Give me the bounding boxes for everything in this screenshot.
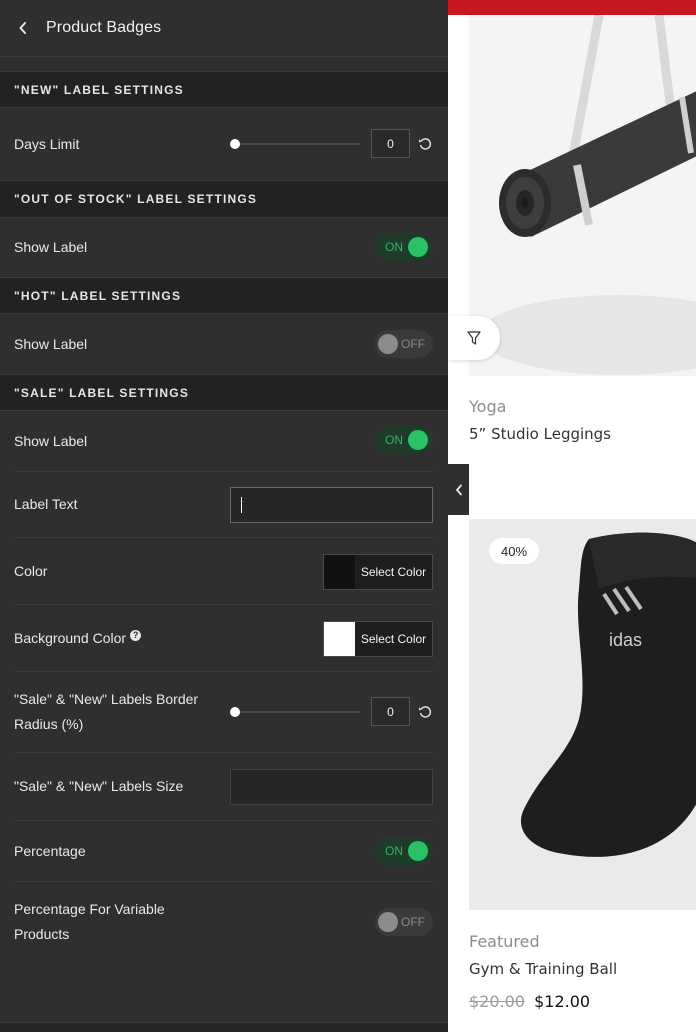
section-out-of-stock-heading: "OUT OF STOCK" LABEL SETTINGS bbox=[0, 180, 448, 218]
percentage-variable-label: Percentage For Variable Products bbox=[14, 897, 214, 947]
slider-track bbox=[230, 143, 360, 145]
svg-text:idas: idas bbox=[609, 630, 642, 650]
store-preview: Yoga 5” Studio Leggings idas 40% Feature… bbox=[448, 0, 696, 1032]
product-category[interactable]: Yoga bbox=[469, 397, 506, 416]
percentage-variable-label-line2: Products bbox=[14, 926, 70, 942]
percentage-variable-toggle[interactable]: OFF bbox=[375, 908, 433, 936]
hot-show-label: Show Label bbox=[14, 335, 88, 352]
days-limit-slider[interactable] bbox=[230, 138, 360, 150]
toggle-knob bbox=[378, 912, 398, 932]
border-radius-slider[interactable] bbox=[230, 706, 360, 718]
sale-show-toggle[interactable]: ON bbox=[375, 426, 433, 454]
panel-footer bbox=[0, 1022, 448, 1032]
reset-icon[interactable] bbox=[418, 705, 432, 719]
section-sale-heading: "SALE" LABEL SETTINGS bbox=[0, 374, 448, 411]
old-price: $20.00 bbox=[469, 992, 525, 1011]
section-new-heading: "NEW" LABEL SETTINGS bbox=[0, 71, 448, 108]
percentage-variable-label-line1: Percentage For Variable bbox=[14, 901, 165, 917]
back-button[interactable] bbox=[0, 0, 46, 57]
oos-show-toggle[interactable]: ON bbox=[375, 233, 433, 261]
help-icon[interactable]: ? bbox=[130, 629, 142, 641]
chevron-left-icon bbox=[455, 484, 462, 495]
border-radius-label-line1: "Sale" & "New" Labels Border bbox=[14, 691, 199, 707]
bg-color-picker-button[interactable]: Select Color bbox=[323, 621, 433, 657]
border-radius-label: "Sale" & "New" Labels Border Radius (%) bbox=[14, 687, 214, 737]
toggle-state-text: ON bbox=[385, 240, 403, 254]
toggle-knob bbox=[378, 334, 398, 354]
labels-size-label: "Sale" & "New" Labels Size bbox=[14, 778, 184, 794]
sale-price: $12.00 bbox=[534, 992, 591, 1011]
select-color-label: Select Color bbox=[360, 632, 427, 646]
sale-show-label: Show Label bbox=[14, 432, 88, 449]
text-caret bbox=[241, 497, 242, 513]
slider-handle[interactable] bbox=[230, 707, 240, 717]
toggle-knob bbox=[408, 430, 428, 450]
percentage-variable-row: Percentage For Variable Products bbox=[14, 882, 433, 962]
yoga-mat-image bbox=[469, 15, 696, 376]
app-window: Product Badges "NEW" LABEL SETTINGS Days… bbox=[0, 0, 696, 1032]
reset-icon[interactable] bbox=[418, 137, 432, 151]
sale-badge: 40% bbox=[489, 538, 539, 564]
brand-logo: idas bbox=[609, 630, 642, 650]
section-hot-heading: "HOT" LABEL SETTINGS bbox=[0, 277, 448, 314]
select-color-label: Select Color bbox=[360, 565, 427, 579]
toggle-knob bbox=[408, 841, 428, 861]
hot-show-toggle[interactable]: OFF bbox=[375, 330, 433, 358]
label-text-label: Label Text bbox=[14, 496, 78, 512]
bg-color-label-text: Background Color bbox=[14, 629, 127, 646]
toggle-state-text: OFF bbox=[401, 915, 425, 929]
percentage-row: Percentage bbox=[14, 821, 433, 882]
panel-header: Product Badges bbox=[0, 0, 448, 57]
days-limit-input[interactable]: 0 bbox=[371, 129, 410, 158]
page-title: Product Badges bbox=[46, 19, 162, 36]
percentage-label: Percentage bbox=[14, 842, 86, 859]
filter-button[interactable] bbox=[448, 316, 500, 360]
color-swatch bbox=[324, 622, 355, 656]
oos-show-row: Show Label bbox=[14, 218, 433, 277]
hot-show-row: Show Label bbox=[14, 314, 433, 374]
filter-icon bbox=[467, 331, 481, 345]
product-image[interactable] bbox=[469, 15, 696, 376]
slider-track bbox=[230, 711, 360, 713]
ankle-support-image: idas bbox=[469, 519, 696, 910]
toggle-state-text: ON bbox=[385, 433, 403, 447]
sale-show-row: Show Label bbox=[14, 411, 433, 472]
labels-size-input[interactable] bbox=[230, 769, 433, 805]
header-bar bbox=[448, 0, 696, 15]
product-title[interactable]: 5” Studio Leggings bbox=[469, 425, 611, 443]
slider-handle[interactable] bbox=[230, 139, 240, 149]
customizer-panel: Product Badges "NEW" LABEL SETTINGS Days… bbox=[0, 0, 448, 1032]
border-radius-input[interactable]: 0 bbox=[371, 697, 410, 726]
color-swatch bbox=[324, 555, 355, 589]
toggle-knob bbox=[408, 237, 428, 257]
color-picker-button[interactable]: Select Color bbox=[323, 554, 433, 590]
toggle-state-text: OFF bbox=[401, 337, 425, 351]
product-image[interactable]: idas bbox=[469, 519, 696, 910]
chevron-left-icon bbox=[19, 22, 26, 34]
product-title[interactable]: Gym & Training Ball bbox=[469, 960, 617, 978]
days-limit-label: Days Limit bbox=[14, 135, 80, 152]
bg-color-label: Background Color? bbox=[14, 626, 142, 651]
oos-show-label: Show Label bbox=[14, 239, 88, 255]
border-radius-label-line2: Radius (%) bbox=[14, 716, 84, 732]
product-price: $20.00 $12.00 bbox=[469, 992, 590, 1011]
label-text-input[interactable] bbox=[230, 487, 433, 523]
percentage-toggle[interactable]: ON bbox=[375, 837, 433, 865]
product-category[interactable]: Featured bbox=[469, 932, 540, 951]
collapse-panel-button[interactable] bbox=[448, 464, 469, 515]
toggle-state-text: ON bbox=[385, 844, 403, 858]
color-label: Color bbox=[14, 562, 48, 579]
